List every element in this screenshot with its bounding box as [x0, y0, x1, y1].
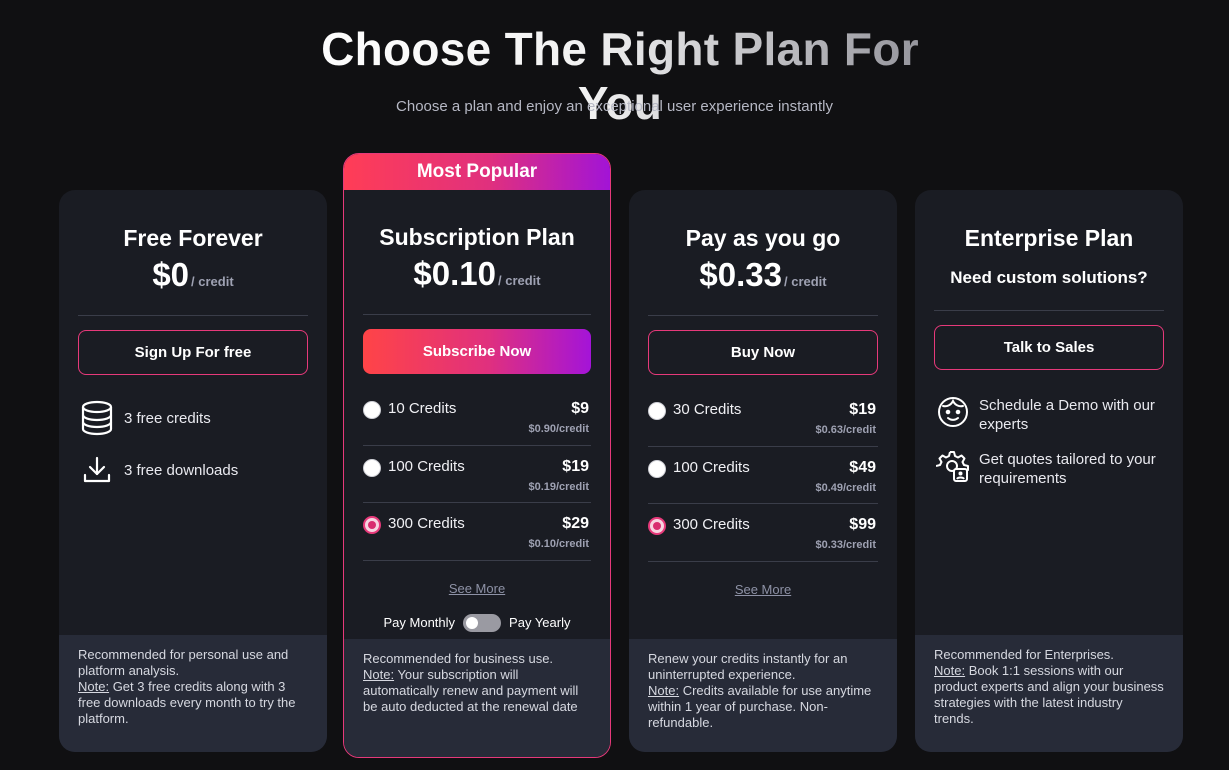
feature-item: Get quotes tailored to your requirements — [934, 450, 1164, 488]
buy-now-button[interactable]: Buy Now — [648, 330, 878, 375]
credit-option[interactable]: 100 Credits $49 $0.49/credit — [648, 447, 878, 504]
footer-line: Recommended for personal use and platfor… — [78, 647, 289, 678]
smiley-face-icon — [934, 393, 972, 431]
user-gear-icon — [934, 447, 972, 485]
plan-footer: Renew your credits instantly for an unin… — [629, 639, 897, 752]
option-per-credit: $0.33/credit — [815, 539, 876, 551]
radio-button[interactable] — [363, 458, 381, 477]
option-per-credit: $0.63/credit — [815, 424, 876, 436]
plan-card-enterprise: Enterprise Plan Need custom solutions? T… — [915, 190, 1183, 752]
option-label: 300 Credits — [673, 516, 750, 533]
price-unit: / credit — [191, 274, 234, 289]
talk-to-sales-button[interactable]: Talk to Sales — [934, 325, 1164, 370]
radio-button-selected[interactable] — [363, 516, 381, 534]
option-price: $9 — [571, 400, 589, 417]
billing-toggle-row: Pay Monthly Pay Yearly — [344, 613, 610, 632]
option-per-credit: $0.19/credit — [528, 480, 589, 493]
option-price: $19 — [849, 401, 876, 418]
price-unit: / credit — [783, 274, 827, 289]
plan-card-pay-as-you-go: Pay as you go $0.33/ credit Buy Now 30 C… — [629, 190, 897, 752]
feature-item: 3 free credits — [78, 399, 308, 437]
note-label: Note: — [78, 679, 110, 694]
feature-text: Schedule a Demo with our experts — [979, 397, 1155, 433]
plan-title: Subscription Plan — [379, 224, 575, 250]
plan-card-subscription: Most Popular Subscription Plan $0.10/ cr… — [343, 153, 611, 758]
feature-text: Get quotes tailored to your requirements — [979, 451, 1156, 487]
download-icon — [78, 451, 116, 489]
price-unit: / credit — [497, 273, 541, 288]
credit-option[interactable]: 300 Credits $29 $0.10/credit — [363, 503, 591, 561]
plan-footer: Recommended for business use. Note: Your… — [344, 639, 610, 757]
sign-up-button[interactable]: Sign Up For free — [78, 330, 308, 375]
note-text: Your subscription will automatically ren… — [363, 667, 579, 714]
option-label: 30 Credits — [673, 401, 742, 418]
option-per-credit: $0.10/credit — [528, 538, 589, 550]
option-price: $49 — [849, 458, 876, 476]
page-subtitle: Choose a plan and enjoy an exceptional u… — [396, 98, 833, 115]
feature-item: 3 free downloads — [78, 451, 308, 489]
credit-option[interactable]: 100 Credits $19 $0.19/credit — [363, 446, 591, 503]
note-text: Book 1:1 sessions with our product exper… — [934, 663, 1164, 726]
plan-price: $0 — [152, 256, 190, 293]
option-per-credit: $0.49/credit — [815, 481, 876, 494]
see-more-link[interactable]: See More — [629, 582, 897, 597]
plan-title: Free Forever — [123, 225, 263, 251]
feature-list: Schedule a Demo with our experts Get quo… — [934, 396, 1164, 488]
feature-list: 3 free credits 3 free downloads — [78, 399, 308, 489]
footer-line: Recommended for business use. — [363, 651, 554, 666]
divider — [648, 315, 878, 316]
plan-subtitle: Need custom solutions? — [950, 268, 1148, 287]
price-row: $0/ credit — [59, 256, 327, 296]
footer-line: Renew your credits instantly for an unin… — [648, 651, 848, 682]
price-row: $0.33/ credit — [629, 256, 897, 296]
note-text: Get 3 free credits along with 3 free dow… — [78, 679, 296, 726]
plan-footer: Recommended for personal use and platfor… — [59, 635, 327, 752]
feature-text: 3 free credits — [124, 409, 211, 427]
feature-item: Schedule a Demo with our experts — [934, 396, 1164, 434]
option-label: 10 Credits — [388, 400, 457, 417]
note-text: Credits available for use anytime within… — [648, 683, 872, 730]
divider — [934, 310, 1164, 311]
note-label: Note: — [934, 663, 966, 678]
option-per-credit: $0.90/credit — [528, 423, 589, 435]
plan-price: $0.10 — [413, 255, 496, 292]
note-label: Note: — [648, 683, 680, 698]
option-price: $29 — [562, 515, 589, 532]
radio-button-selected[interactable] — [648, 517, 666, 535]
see-more-link[interactable]: See More — [344, 581, 610, 596]
pay-monthly-label: Pay Monthly — [383, 615, 456, 630]
subscribe-now-button[interactable]: Subscribe Now — [363, 329, 591, 374]
footer-line: Recommended for Enterprises. — [934, 647, 1114, 662]
most-popular-badge: Most Popular — [344, 154, 610, 190]
plan-footer: Recommended for Enterprises. Note: Book … — [915, 635, 1183, 752]
option-label: 100 Credits — [388, 457, 465, 475]
option-price: $19 — [562, 457, 589, 475]
plan-title: Enterprise Plan — [964, 225, 1134, 251]
note-label: Note: — [363, 667, 395, 682]
database-icon — [78, 399, 116, 437]
option-label: 100 Credits — [673, 458, 750, 476]
credit-options: 10 Credits $9 $0.90/credit 100 Credits $… — [363, 388, 591, 561]
radio-button[interactable] — [648, 402, 666, 420]
plan-title: Pay as you go — [685, 225, 841, 251]
plan-price: $0.33 — [699, 256, 782, 293]
credit-option[interactable]: 30 Credits $19 $0.63/credit — [648, 389, 878, 447]
feature-text: 3 free downloads — [124, 461, 239, 479]
price-row: $0.10/ credit — [344, 255, 610, 295]
option-label: 300 Credits — [388, 515, 465, 532]
radio-button[interactable] — [363, 401, 381, 419]
billing-toggle[interactable] — [463, 613, 502, 632]
divider — [78, 315, 308, 316]
pay-yearly-label: Pay Yearly — [509, 615, 571, 630]
credit-option[interactable]: 300 Credits $99 $0.33/credit — [648, 504, 878, 562]
plan-card-free: Free Forever $0/ credit Sign Up For free… — [59, 190, 327, 752]
radio-button[interactable] — [648, 459, 666, 478]
divider — [363, 314, 591, 315]
option-price: $99 — [849, 516, 876, 533]
credit-option[interactable]: 10 Credits $9 $0.90/credit — [363, 388, 591, 446]
credit-options: 30 Credits $19 $0.63/credit 100 Credits … — [648, 389, 878, 562]
